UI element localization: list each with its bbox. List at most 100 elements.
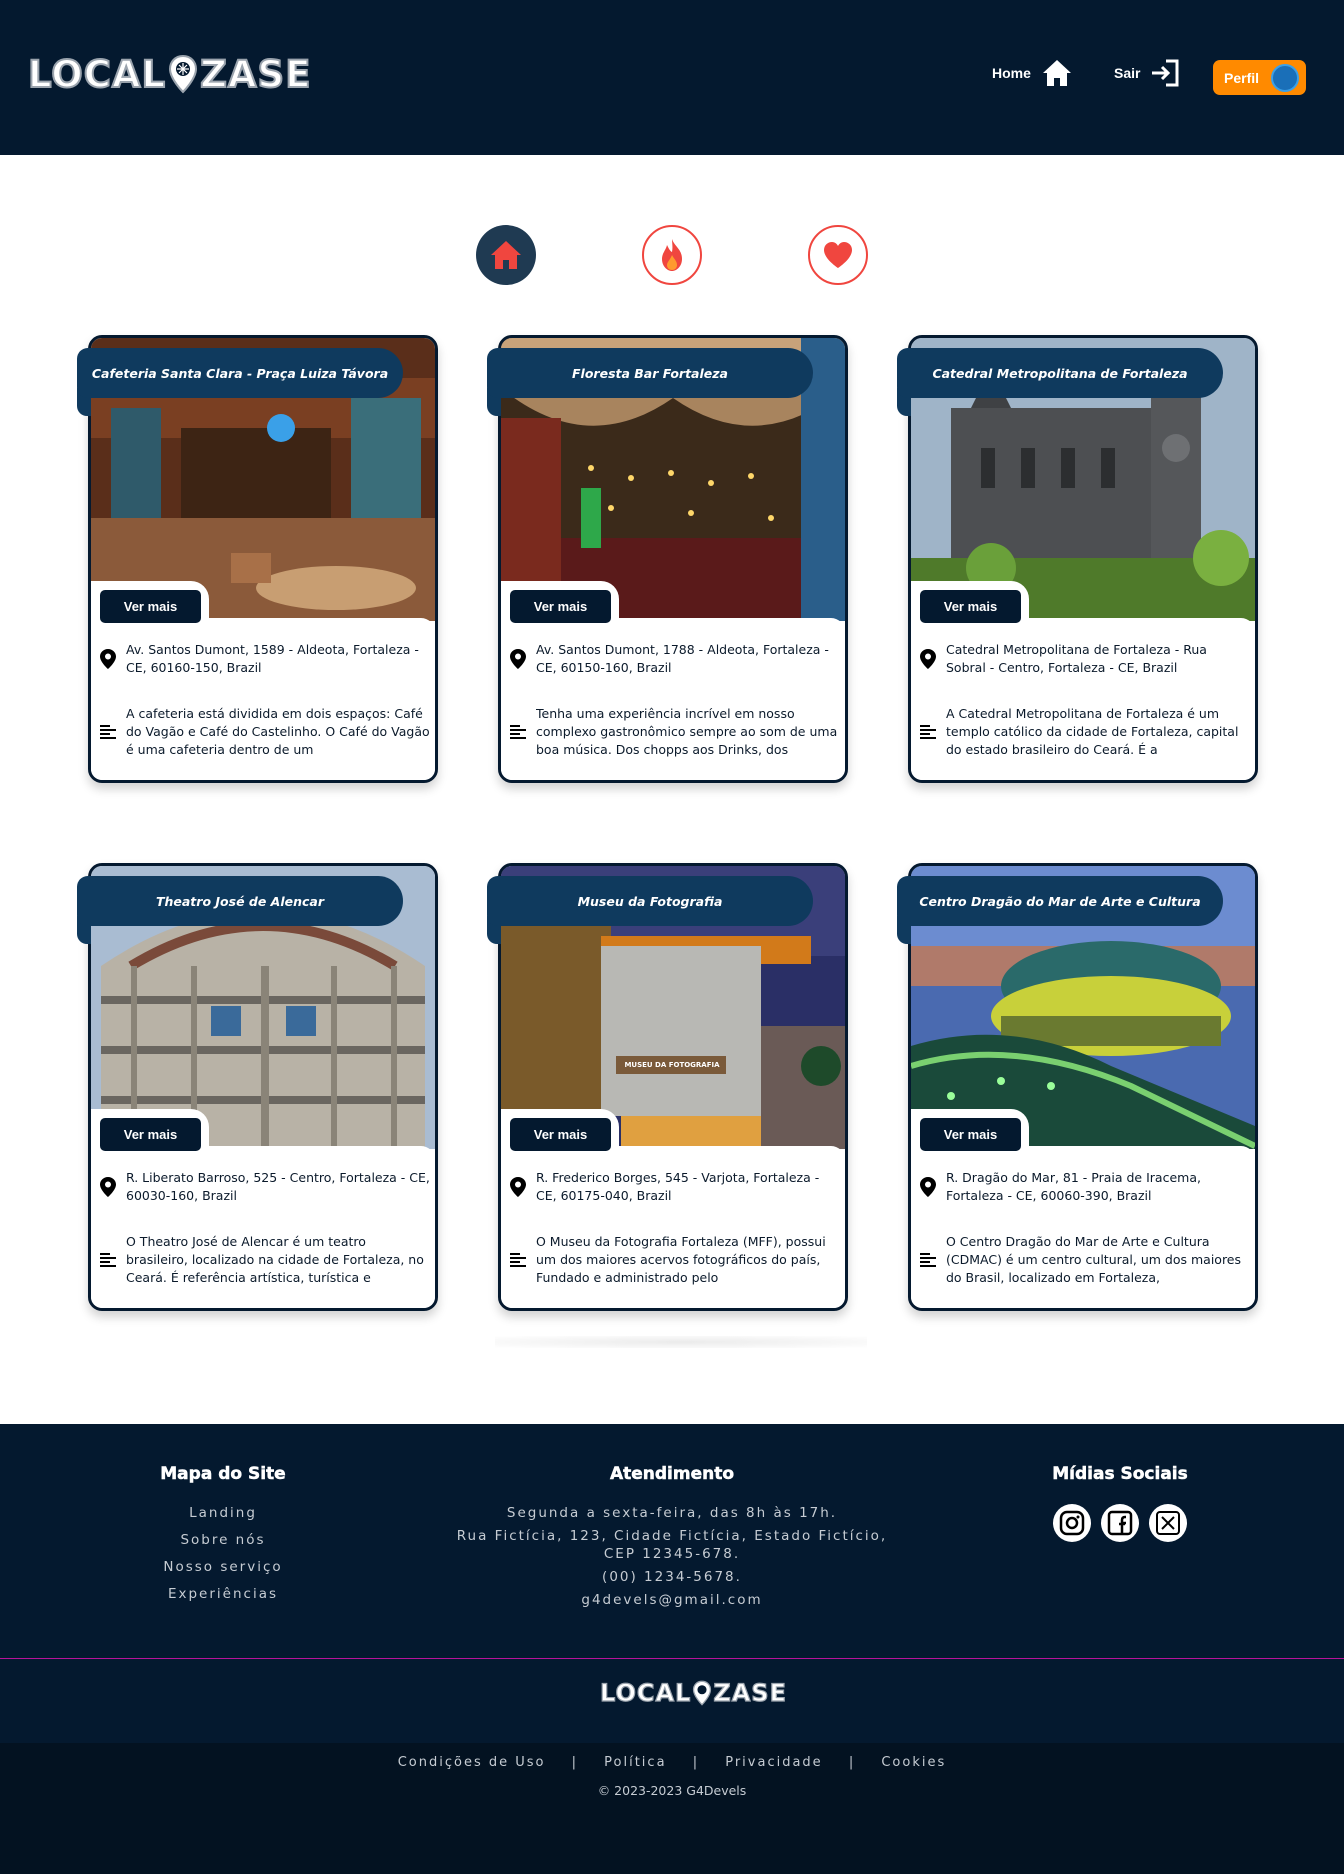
place-address: Av. Santos Dumont, 1788 - Aldeota, Forta… (510, 641, 840, 677)
fire-icon (662, 239, 682, 271)
ver-mais-button[interactable]: Ver mais (920, 1118, 1021, 1151)
avatar (1271, 63, 1300, 92)
place-address: R. Frederico Borges, 545 - Varjota, Fort… (510, 1169, 840, 1205)
logout-icon (1152, 59, 1179, 87)
location-pin-icon (920, 1177, 936, 1197)
legal-link-cookies[interactable]: Cookies (881, 1755, 946, 1770)
place-card: Floresta Bar Fortaleza Ver mais Av. Sant… (487, 335, 848, 783)
location-pin-logo-icon (169, 54, 198, 94)
place-card: Centro Dragão do Mar de Arte e Cultura V… (897, 863, 1258, 1311)
nav-home[interactable]: Home (992, 58, 1073, 88)
site-logo[interactable]: LOCAL ZASE (27, 50, 311, 98)
place-description: Tenha uma experiência incrível em nosso … (510, 705, 840, 759)
text-lines-icon (510, 725, 526, 739)
address-text: R. Dragão do Mar, 81 - Praia de Iracema,… (946, 1170, 1201, 1203)
text-lines-icon (510, 1253, 526, 1267)
text-lines-icon (920, 1253, 936, 1267)
footer-sitemap: Mapa do Site Landing Sobre nós Nosso ser… (130, 1464, 316, 1612)
description-text: O Museu da Fotografia Fortaleza (MFF), p… (536, 1234, 826, 1285)
nav-home-label: Home (992, 65, 1031, 81)
place-card: Cafeteria Santa Clara - Praça Luiza Távo… (77, 335, 438, 783)
place-title: Museu da Fotografia (487, 876, 813, 926)
social-title: Mídias Sociais (1052, 1464, 1188, 1485)
place-address: Catedral Metropolitana de Fortaleza - Ru… (920, 641, 1250, 677)
footer-logo[interactable]: LOCAL ZASE (599, 1678, 787, 1707)
contact-title: Atendimento (609, 1464, 735, 1485)
place-address: R. Liberato Barroso, 525 - Centro, Forta… (100, 1169, 430, 1205)
footer-logo-bar: LOCAL ZASE (0, 1659, 1344, 1743)
text-lines-icon (920, 725, 936, 739)
sitemap-link-sobre[interactable]: Sobre nós (130, 1531, 316, 1549)
facebook-icon[interactable] (1101, 1504, 1139, 1542)
description-text: A cafeteria está dividida em dois espaço… (126, 706, 430, 757)
place-description: O Centro Dragão do Mar de Arte e Cultura… (920, 1233, 1250, 1287)
description-text: O Theatro José de Alencar é um teatro br… (126, 1234, 424, 1285)
profile-label: Perfil (1224, 69, 1260, 86)
copyright: © 2023-2023 G4Devels (597, 1783, 747, 1798)
nav-logout[interactable]: Sair (1114, 58, 1180, 88)
place-card: MUSEU DA FOTOGRAFIA Museu da Fotografia … (487, 863, 848, 1311)
place-address: R. Dragão do Mar, 81 - Praia de Iracema,… (920, 1169, 1250, 1205)
place-card: Catedral Metropolitana de Fortaleza Ver … (897, 335, 1258, 783)
location-pin-icon (510, 649, 526, 669)
home-icon (491, 241, 521, 269)
instagram-icon[interactable] (1053, 1504, 1091, 1542)
sitemap-link-landing[interactable]: Landing (130, 1504, 316, 1522)
location-pin-icon (510, 1177, 526, 1197)
contact-phone: (00) 1234-5678. (602, 1569, 742, 1585)
footer-social: Mídias Sociais (1040, 1464, 1200, 1542)
site-header: LOCAL ZASE Home Sair Perfil (0, 0, 1344, 155)
legal-links: Condições de Uso | Política | Privacidad… (0, 1755, 1344, 1770)
legal-bar: Condições de Uso | Política | Privacidad… (0, 1743, 1344, 1874)
ver-mais-button[interactable]: Ver mais (100, 590, 201, 623)
location-pin-icon (920, 649, 936, 669)
place-title: Catedral Metropolitana de Fortaleza (897, 348, 1223, 398)
legal-link-politica[interactable]: Política (604, 1755, 666, 1770)
address-text: Av. Santos Dumont, 1788 - Aldeota, Forta… (536, 642, 829, 675)
legal-separator: | (571, 1755, 579, 1770)
ver-mais-button[interactable]: Ver mais (920, 590, 1021, 623)
sitemap-link-experiencias[interactable]: Experiências (130, 1585, 316, 1603)
place-card: Theatro José de Alencar Ver mais R. Libe… (77, 863, 438, 1311)
nav-logout-label: Sair (1114, 65, 1141, 81)
home-icon (1042, 60, 1071, 86)
place-description: A cafeteria está dividida em dois espaço… (100, 705, 430, 759)
location-pin-icon (100, 1177, 116, 1197)
museum-sign: MUSEU DA FOTOGRAFIA (624, 1061, 720, 1069)
contact-email[interactable]: g4devels@gmail.com (452, 1591, 892, 1609)
description-text: O Centro Dragão do Mar de Arte e Cultura… (946, 1234, 1242, 1285)
filter-popular-button[interactable] (642, 225, 702, 285)
filter-home-button[interactable] (476, 225, 536, 285)
heart-icon (824, 242, 852, 268)
text-lines-icon (100, 1253, 116, 1267)
section-shadow (495, 1336, 867, 1348)
site-footer: Mapa do Site Landing Sobre nós Nosso ser… (0, 1424, 1344, 1659)
description-text: Tenha uma experiência incrível em nosso … (536, 706, 838, 757)
ver-mais-button[interactable]: Ver mais (510, 590, 611, 623)
sitemap-title: Mapa do Site (160, 1464, 286, 1485)
legal-link-condicoes[interactable]: Condições de Uso (398, 1755, 546, 1770)
ver-mais-button[interactable]: Ver mais (100, 1118, 201, 1151)
address-text: Catedral Metropolitana de Fortaleza - Ru… (946, 642, 1207, 675)
text-lines-icon (100, 725, 116, 739)
contact-hours: Segunda a sexta-feira, das 8h às 17h. (506, 1505, 838, 1521)
filter-favorites-button[interactable] (808, 225, 868, 285)
description-text: A Catedral Metropolitana de Fortaleza é … (946, 706, 1239, 757)
address-text: R. Frederico Borges, 545 - Varjota, Fort… (536, 1170, 820, 1203)
sitemap-link-servico[interactable]: Nosso serviço (130, 1558, 316, 1576)
address-text: R. Liberato Barroso, 525 - Centro, Forta… (126, 1170, 430, 1203)
x-twitter-icon[interactable] (1149, 1504, 1187, 1542)
place-description: O Museu da Fotografia Fortaleza (MFF), p… (510, 1233, 840, 1287)
place-title: Centro Dragão do Mar de Arte e Cultura (897, 876, 1223, 926)
location-pin-logo-icon (693, 1680, 712, 1706)
ver-mais-button[interactable]: Ver mais (510, 1118, 611, 1151)
footer-contact: Atendimento Segunda a sexta-feira, das 8… (452, 1464, 892, 1614)
place-description: A Catedral Metropolitana de Fortaleza é … (920, 705, 1250, 759)
location-pin-icon (100, 649, 116, 669)
place-title: Floresta Bar Fortaleza (487, 348, 813, 398)
legal-separator: | (692, 1755, 700, 1770)
legal-link-privacidade[interactable]: Privacidade (725, 1755, 822, 1770)
place-title: Theatro José de Alencar (77, 876, 403, 926)
place-address: Av. Santos Dumont, 1589 - Aldeota, Forta… (100, 641, 430, 677)
profile-button[interactable]: Perfil (1213, 60, 1306, 95)
